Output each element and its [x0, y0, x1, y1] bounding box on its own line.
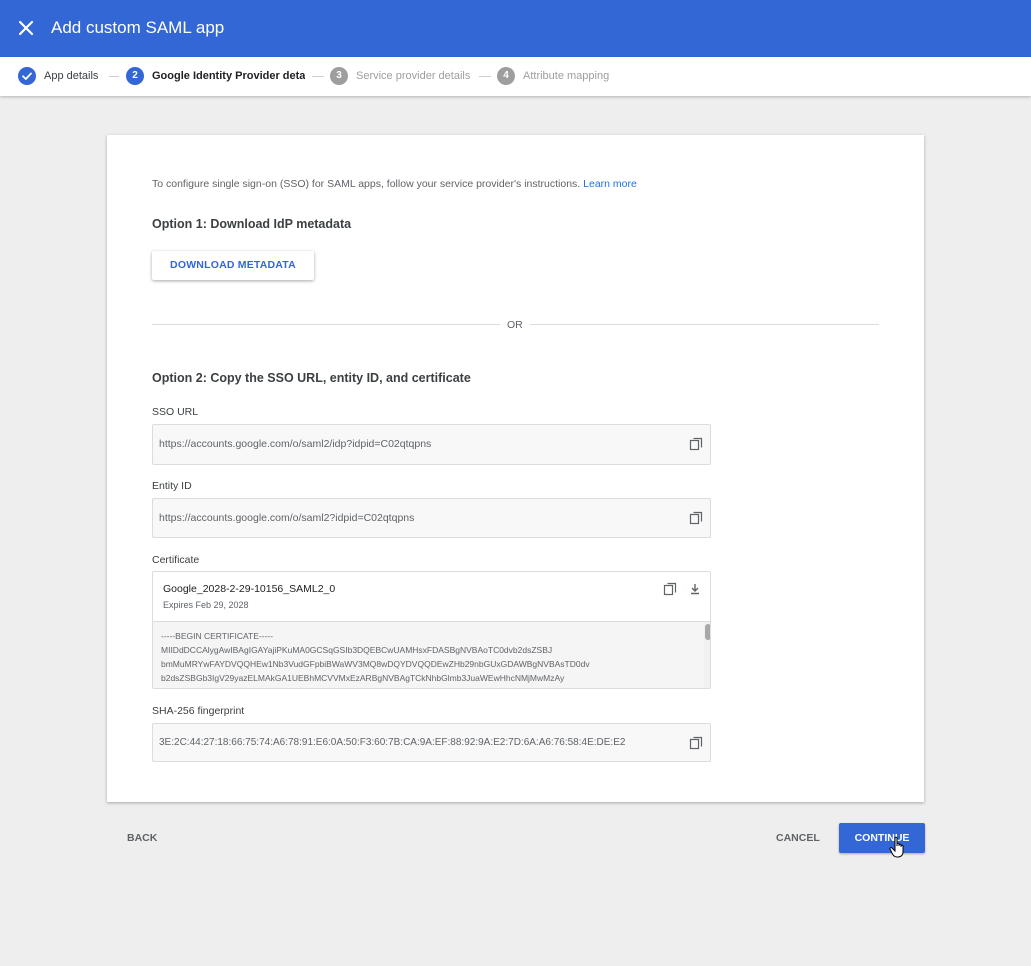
- certificate-label: Certificate: [152, 554, 200, 566]
- sso-url-field[interactable]: https://accounts.google.com/o/saml2/idp?…: [152, 424, 711, 465]
- divider-left: [152, 324, 500, 325]
- top-app-bar: Add custom SAML app: [0, 0, 1031, 57]
- step-label: Google Identity Provider details: [152, 70, 305, 82]
- or-divider-text: OR: [507, 319, 523, 331]
- download-icon[interactable]: [688, 582, 702, 596]
- certificate-line: b2dsZSBGb3IgV29yazELMAkGA1UEBhMCVVMxEzAR…: [161, 673, 565, 683]
- certificate-expiry: Expires Feb 29, 2028: [163, 600, 249, 610]
- intro-text: To configure single sign-on (SSO) for SA…: [152, 178, 637, 190]
- step-number: 4: [497, 67, 515, 85]
- learn-more-link[interactable]: Learn more: [583, 178, 637, 190]
- step-connector: [109, 76, 119, 77]
- copy-icon[interactable]: [689, 437, 703, 451]
- sso-url-value: https://accounts.google.com/o/saml2/idp?…: [159, 438, 432, 450]
- sso-url-label: SSO URL: [152, 406, 199, 418]
- certificate-line: bmMuMRYwFAYDVQQHEw1Nb3VudGFpbiBWaWV3MQ8w…: [161, 659, 590, 669]
- entity-id-field[interactable]: https://accounts.google.com/o/saml2?idpi…: [152, 498, 711, 538]
- option2-heading: Option 2: Copy the SSO URL, entity ID, a…: [152, 371, 471, 385]
- download-metadata-button[interactable]: DOWNLOAD METADATA: [152, 251, 314, 280]
- copy-icon[interactable]: [689, 511, 703, 525]
- step-connector: [312, 76, 324, 77]
- step-label: App details: [44, 70, 99, 82]
- stepper: App details 2 Google Identity Provider d…: [0, 57, 1031, 96]
- certificate-name: Google_2028-2-29-10156_SAML2_0: [163, 583, 336, 595]
- close-button[interactable]: [14, 16, 38, 40]
- fingerprint-value: 3E:2C:44:27:18:66:75:74:A6:78:91:E6:0A:5…: [159, 737, 626, 748]
- back-button[interactable]: BACK: [127, 832, 157, 844]
- copy-icon[interactable]: [663, 582, 677, 596]
- check-icon: [18, 67, 36, 85]
- copy-icon[interactable]: [689, 736, 703, 750]
- fingerprint-label: SHA-256 fingerprint: [152, 705, 245, 717]
- certificate-line: -----BEGIN CERTIFICATE-----: [161, 631, 274, 641]
- entity-id-value: https://accounts.google.com/o/saml2?idpi…: [159, 512, 415, 524]
- option1-heading: Option 1: Download IdP metadata: [152, 217, 352, 231]
- certificate-line: MIIDdDCCAlygAwIBAgIGAYajiPKuMA0GCSqGSIb3…: [161, 645, 553, 655]
- step-number: 2: [126, 67, 144, 85]
- close-icon: [18, 20, 34, 36]
- fingerprint-field[interactable]: 3E:2C:44:27:18:66:75:74:A6:78:91:E6:0A:5…: [152, 723, 711, 762]
- step-connector: [479, 76, 491, 77]
- continue-button[interactable]: CONTINUE: [839, 823, 925, 853]
- cancel-button[interactable]: CANCEL: [776, 832, 820, 844]
- scrollbar-thumb[interactable]: [705, 624, 710, 640]
- step-label: Service provider details: [356, 70, 471, 82]
- certificate-panel: Google_2028-2-29-10156_SAML2_0 Expires F…: [152, 571, 711, 689]
- idp-details-card: To configure single sign-on (SSO) for SA…: [107, 135, 924, 802]
- divider-right: [530, 324, 879, 325]
- entity-id-label: Entity ID: [152, 480, 192, 492]
- certificate-text[interactable]: -----BEGIN CERTIFICATE----- MIIDdDCCAlyg…: [153, 621, 710, 688]
- page-title: Add custom SAML app: [51, 18, 225, 37]
- step-number: 3: [330, 67, 348, 85]
- step-label: Attribute mapping: [523, 70, 610, 82]
- scrollbar[interactable]: [704, 622, 710, 688]
- hand-cursor-icon: [889, 836, 904, 858]
